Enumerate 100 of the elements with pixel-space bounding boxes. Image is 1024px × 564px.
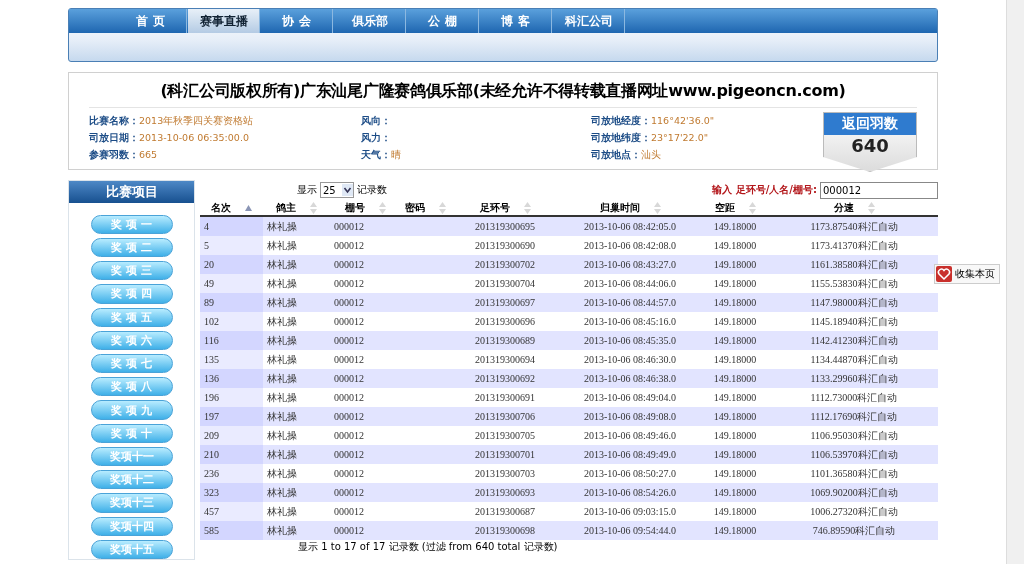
length-label: 显示 (297, 183, 317, 197)
table-cell: 000012 (330, 350, 400, 369)
info-field: 风向： (361, 115, 591, 128)
table-cell: 2013-10-06 09:54:44.0 (560, 521, 700, 540)
table-cell: 210 (200, 445, 263, 464)
table-cell: 149.18000 (700, 445, 770, 464)
table-cell: 000012 (330, 236, 400, 255)
table-cell: 116 (200, 331, 263, 350)
table-cell: 201319300696 (450, 312, 560, 331)
table-cell: 2013-10-06 08:44:57.0 (560, 293, 700, 312)
table-cell: 201319300698 (450, 521, 560, 540)
info-field: 比赛名称：2013年秋季四关赛资格站 (89, 115, 361, 128)
length-label: 记录数 (356, 183, 387, 197)
page-length-select[interactable]: 25 (320, 182, 354, 198)
table-cell: 102 (200, 312, 263, 331)
table-cell: 林礼操 (263, 445, 330, 464)
table-cell: 000012 (330, 483, 400, 502)
table-cell: 1173.87540科汇自动 (770, 216, 938, 236)
search-field[interactable]: 000012 (820, 181, 938, 199)
table-cell: 林礼操 (263, 483, 330, 502)
table-cell: 149.18000 (700, 255, 770, 274)
table-cell: 1161.38580科汇自动 (770, 255, 938, 274)
table-cell: 149.18000 (700, 407, 770, 426)
info-field: 天气：晴 (361, 149, 591, 162)
bookmark-button[interactable]: 收集本页 (934, 264, 1000, 284)
table-cell: 201319300687 (450, 502, 560, 521)
table-cell: 林礼操 (263, 293, 330, 312)
table-cell: 000012 (330, 216, 400, 236)
table-cell: 林礼操 (263, 274, 330, 293)
table-cell: 林礼操 (263, 216, 330, 236)
info-field: 司放地经度：116°42'36.0" (591, 115, 819, 128)
returned-count-badge: 返回羽数 640 (823, 112, 917, 172)
table-cell: 000012 (330, 312, 400, 331)
table-cell: 林礼操 (263, 388, 330, 407)
table-cell: 323 (200, 483, 263, 502)
table-cell: 201319300693 (450, 483, 560, 502)
info-field: 司放地纬度：23°17'22.0" (591, 132, 819, 145)
table-cell: 149.18000 (700, 502, 770, 521)
table-cell: 585 (200, 521, 263, 540)
nav-tab[interactable]: 首 页 (115, 9, 187, 33)
scrollbar[interactable] (1006, 0, 1024, 564)
nav-tab[interactable]: 公 棚 (407, 9, 479, 33)
table-cell: 2013-10-06 08:49:08.0 (560, 407, 700, 426)
table-cell: 1133.29960科汇自动 (770, 369, 938, 388)
nav-tab[interactable]: 赛事直播 (188, 9, 260, 33)
dropdown-caret-icon (341, 184, 353, 196)
table-cell: 149.18000 (700, 312, 770, 331)
table-cell: 149.18000 (700, 483, 770, 502)
table-cell: 1173.41370科汇自动 (770, 236, 938, 255)
table-cell: 201319300695 (450, 216, 560, 236)
table-cell: 1155.53830科汇自动 (770, 274, 938, 293)
table-cell: 201319300702 (450, 255, 560, 274)
table-cell: 000012 (330, 464, 400, 483)
table-cell: 201319300694 (450, 350, 560, 369)
table-cell: 1106.95030科汇自动 (770, 426, 938, 445)
table-cell: 林礼操 (263, 312, 330, 331)
table-cell: 149.18000 (700, 521, 770, 540)
table-cell: 149.18000 (700, 293, 770, 312)
table-cell: 1106.53970科汇自动 (770, 445, 938, 464)
table-cell: 2013-10-06 08:50:27.0 (560, 464, 700, 483)
table-cell: 林礼操 (263, 521, 330, 540)
table-cell: 136 (200, 369, 263, 388)
table-cell: 149.18000 (700, 236, 770, 255)
page-title: (科汇公司版权所有)广东汕尾广隆赛鸽俱乐部(未经允许不得转载直播网址www.pigeoncn.com) (89, 73, 917, 108)
table-cell: 1134.44870科汇自动 (770, 350, 938, 369)
table-cell: 林礼操 (263, 407, 330, 426)
table-cell: 2013-10-06 08:43:27.0 (560, 255, 700, 274)
table-cell: 236 (200, 464, 263, 483)
table-cell: 000012 (330, 502, 400, 521)
table-cell: 201319300704 (450, 274, 560, 293)
nav-tab[interactable]: 俱乐部 (334, 9, 406, 33)
table-cell: 149.18000 (700, 464, 770, 483)
table-cell: 000012 (330, 521, 400, 540)
table-cell: 2013-10-06 08:49:49.0 (560, 445, 700, 464)
nav-tab[interactable]: 协 会 (261, 9, 333, 33)
table-cell: 149.18000 (700, 369, 770, 388)
table-cell: 000012 (330, 331, 400, 350)
table-cell: 2013-10-06 08:44:06.0 (560, 274, 700, 293)
table-cell: 1147.98000科汇自动 (770, 293, 938, 312)
table-cell: 林礼操 (263, 350, 330, 369)
table-cell: 1142.41230科汇自动 (770, 331, 938, 350)
table-cell: 201319300703 (450, 464, 560, 483)
table-cell: 89 (200, 293, 263, 312)
table-cell: 2013-10-06 09:03:15.0 (560, 502, 700, 521)
search-label: 输入 足环号/人名/棚号: (712, 183, 817, 197)
table-cell: 201319300706 (450, 407, 560, 426)
table-cell: 149.18000 (700, 331, 770, 350)
nav-tab[interactable]: 博 客 (480, 9, 552, 33)
table-cell: 2013-10-06 08:49:46.0 (560, 426, 700, 445)
table-cell: 000012 (330, 293, 400, 312)
table-cell: 林礼操 (263, 236, 330, 255)
table-cell: 4 (200, 216, 263, 236)
table-info: 显示 1 to 17 of 17 记录数 (过滤 from 640 total 记录数) (298, 541, 558, 552)
table-cell: 5 (200, 236, 263, 255)
nav-tab[interactable]: 科汇公司 (553, 9, 625, 33)
table-cell: 1101.36580科汇自动 (770, 464, 938, 483)
table-cell: 201319300691 (450, 388, 560, 407)
table-cell: 林礼操 (263, 331, 330, 350)
info-field: 司放地点：汕头 (591, 149, 819, 162)
table-cell: 1112.73000科汇自动 (770, 388, 938, 407)
